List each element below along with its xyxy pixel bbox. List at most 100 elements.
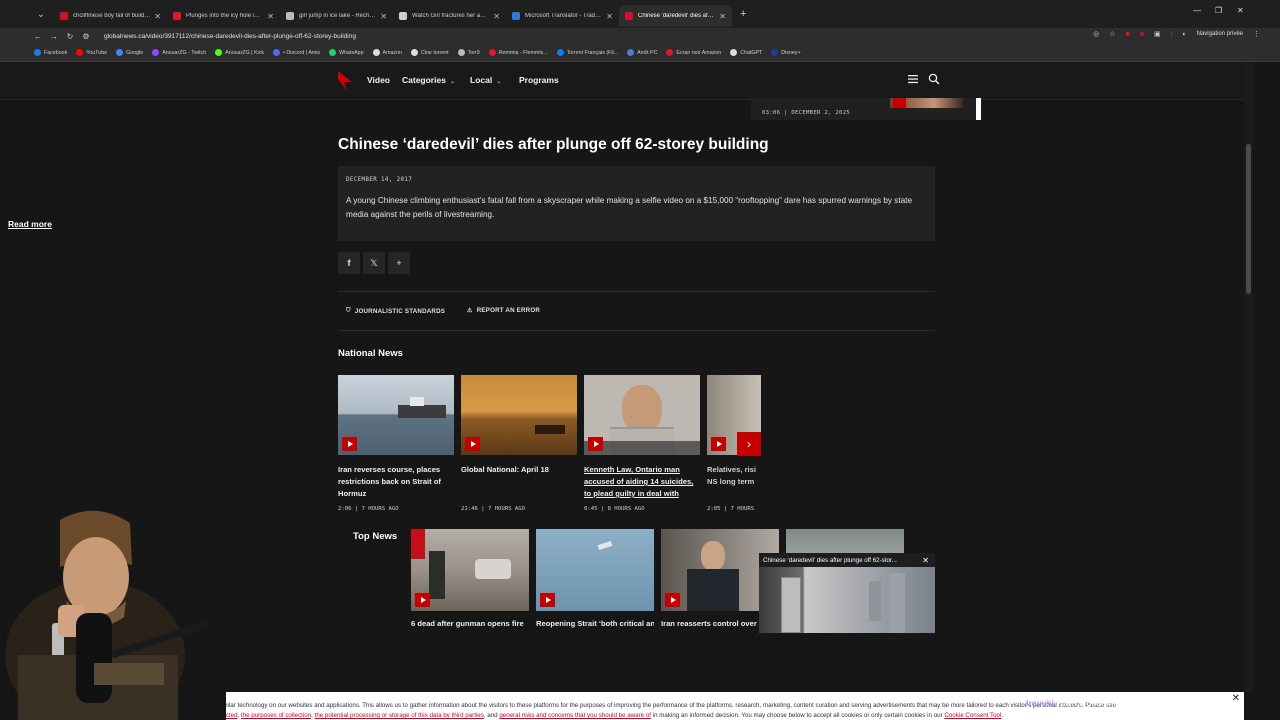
eye-off-icon[interactable]: ◎ xyxy=(1093,30,1099,38)
bookmark-item[interactable]: • Discord | Amis xyxy=(273,49,320,56)
bookmark-item[interactable]: WhatsApp xyxy=(329,49,364,56)
tab-close-icon[interactable]: ✕ xyxy=(493,12,500,21)
ship-shape xyxy=(410,397,424,406)
browser-tab[interactable]: Watch Girl fractures her ankle ✕ xyxy=(393,5,506,27)
bookmark-item[interactable]: Disney+ xyxy=(771,49,801,56)
browser-tab[interactable]: Plunges into the icy hole in fro ✕ xyxy=(167,5,280,27)
bookmark-item[interactable]: Torr9 xyxy=(457,49,480,56)
news-bug xyxy=(411,529,425,559)
nav-video[interactable]: Video xyxy=(367,75,390,85)
mini-video-player[interactable]: Chinese ‘daredevil’ dies after plunge of… xyxy=(759,553,935,633)
extension-icon[interactable]: ■ xyxy=(1125,31,1129,38)
tab-title: Watch Girl fractures her ankle xyxy=(412,13,490,19)
tab-favicon-icon xyxy=(60,12,68,20)
back-icon[interactable]: ← xyxy=(30,32,46,41)
bookmark-item[interactable]: Ecran noir Amazon xyxy=(666,49,721,56)
bookmark-favicon-icon xyxy=(329,49,337,56)
share-more-button[interactable]: + xyxy=(388,252,410,274)
nav-categories[interactable]: Categories ⌄ xyxy=(402,75,455,85)
browser-tab[interactable]: chcliffinese boy fall of building ✕ xyxy=(54,5,167,27)
video-thumbnail xyxy=(536,529,654,611)
tab-favicon-icon xyxy=(399,12,407,20)
bookmark-favicon-icon xyxy=(152,49,160,56)
play-icon xyxy=(540,593,555,607)
browser-tab[interactable]: girl jump in ice lake - Recherch ✕ xyxy=(280,5,393,27)
share-facebook-button[interactable]: f xyxy=(338,252,360,274)
bookmark-item[interactable]: AnouarZG | Kick xyxy=(215,49,264,56)
scroll-thumb[interactable] xyxy=(1246,144,1251,294)
video-card-meta: 0:45 | 8 HOURS AGO xyxy=(584,506,645,512)
video-thumbnail xyxy=(338,375,454,455)
bookmark-item[interactable]: Google xyxy=(116,49,143,56)
play-icon xyxy=(588,437,603,451)
tab-close-icon[interactable]: ✕ xyxy=(380,12,387,21)
carousel-next-button[interactable]: › xyxy=(737,432,761,456)
restore-icon[interactable]: ❐ xyxy=(1215,6,1222,15)
journalistic-standards-link[interactable]: ⛉ JOURNALISTIC STANDARDS xyxy=(346,307,445,315)
chat-username: Iroyuki xyxy=(1026,698,1054,708)
private-browsing-label[interactable]: Navigation privée xyxy=(1197,31,1243,37)
bookmark-item[interactable]: YouTube xyxy=(76,49,107,56)
browser-tab[interactable]: Microsoft Translator - Traduire ✕ xyxy=(506,5,619,27)
video-card-title: 6 dead after gunman opens fire xyxy=(411,619,524,628)
cookie-link[interactable]: general risks and concerns that you shou… xyxy=(499,712,651,719)
bookmark-star-icon[interactable]: ☆ xyxy=(1109,30,1115,38)
address-bar[interactable]: globalnews.ca/video/3917112/chinese-dare… xyxy=(104,33,356,40)
extensions-puzzle-icon[interactable]: ▣ xyxy=(1154,30,1161,38)
video-card[interactable]: Kenneth Law, Ontario man accused of aidi… xyxy=(584,375,700,512)
section-title-top-news: Top News xyxy=(353,531,398,542)
bookmark-item[interactable]: AnouarZG - Twitch xyxy=(152,49,206,56)
nav-programs[interactable]: Programs xyxy=(519,75,559,85)
tab-search-menu-icon[interactable]: ⌄ xyxy=(28,4,54,24)
bookmark-label: Disney+ xyxy=(781,49,801,56)
tab-close-icon[interactable]: ✕ xyxy=(267,12,274,21)
reload-icon[interactable]: ↻ xyxy=(62,32,78,41)
bookmark-item[interactable]: Amazon xyxy=(372,49,402,56)
browser-tab-active[interactable]: Chinese 'daredevil' dies after pl ✕ xyxy=(619,5,732,27)
new-tab-button[interactable]: + xyxy=(740,8,746,20)
tab-close-icon[interactable]: ✕ xyxy=(719,12,726,21)
tab-close-icon[interactable]: ✕ xyxy=(154,12,161,21)
minimize-icon[interactable]: — xyxy=(1193,6,1201,15)
hamburger-menu-icon[interactable] xyxy=(907,73,919,85)
plus-icon: + xyxy=(396,258,402,268)
mini-player-header: Chinese ‘daredevil’ dies after plunge of… xyxy=(759,553,935,567)
read-more-link[interactable]: Read more xyxy=(8,219,52,229)
bookmark-label: • Discord | Amis xyxy=(283,49,321,56)
search-icon[interactable] xyxy=(928,73,940,85)
global-news-logo[interactable] xyxy=(338,71,352,91)
bookmark-item[interactable]: Arrêt PC xyxy=(627,49,657,56)
streamer-webcam-overlay xyxy=(0,505,226,720)
mini-player-video[interactable] xyxy=(759,567,935,633)
forward-icon[interactable]: → xyxy=(46,32,62,41)
site-header: Video Categories ⌄ Local ⌄ Programs xyxy=(0,62,1244,100)
video-card[interactable]: Reopening Strait ‘both critical and xyxy=(536,529,654,628)
bookmark-item[interactable]: Facebook xyxy=(34,49,67,56)
play-icon xyxy=(711,437,726,451)
nav-local[interactable]: Local ⌄ xyxy=(470,75,501,85)
extension-icon[interactable]: ■ xyxy=(1140,31,1144,38)
video-card[interactable]: 6 dead after gunman opens fire xyxy=(411,529,529,628)
cookie-close-icon[interactable]: ✕ xyxy=(1232,693,1240,704)
video-meta: 03:06 | DECEMBER 2, 2025 xyxy=(762,110,851,116)
report-error-link[interactable]: ⚠ REPORT AN ERROR xyxy=(467,307,540,314)
cookie-link[interactable]: the purposes of collection xyxy=(241,712,311,719)
video-card[interactable]: Iran reverses course, places restriction… xyxy=(338,375,454,512)
close-icon[interactable]: ✕ xyxy=(922,556,929,565)
tab-close-icon[interactable]: ✕ xyxy=(606,12,613,21)
bookmark-item[interactable]: Cine torrent xyxy=(410,49,449,56)
bookmark-item[interactable]: ChatGPT xyxy=(730,49,762,56)
video-card[interactable]: Global National: April 18 21:46 | 7 HOUR… xyxy=(461,375,577,512)
browser-menu-icon[interactable]: ⋮ xyxy=(1253,30,1260,38)
cookie-consent-tool-link[interactable]: Cookie Consent Tool xyxy=(944,712,1001,719)
share-x-button[interactable]: 𝕏 xyxy=(363,252,385,274)
bookmark-item[interactable]: Torrent Français (Fil... xyxy=(556,49,618,56)
article-date: DECEMBER 14, 2017 xyxy=(346,177,413,183)
sticky-related-video-card[interactable]: 03:06 | DECEMBER 2, 2025 xyxy=(751,98,981,120)
site-info-icon[interactable]: ⚙ xyxy=(78,32,94,41)
cookie-link[interactable]: the potential processing or storage of t… xyxy=(315,712,484,719)
page-scrollbar[interactable] xyxy=(1244,62,1253,693)
mini-player-title: Chinese ‘daredevil’ dies after plunge of… xyxy=(763,556,897,564)
window-close-icon[interactable]: ✕ xyxy=(1237,6,1244,15)
bookmark-item[interactable]: Remmia - Flemmix... xyxy=(488,49,548,56)
